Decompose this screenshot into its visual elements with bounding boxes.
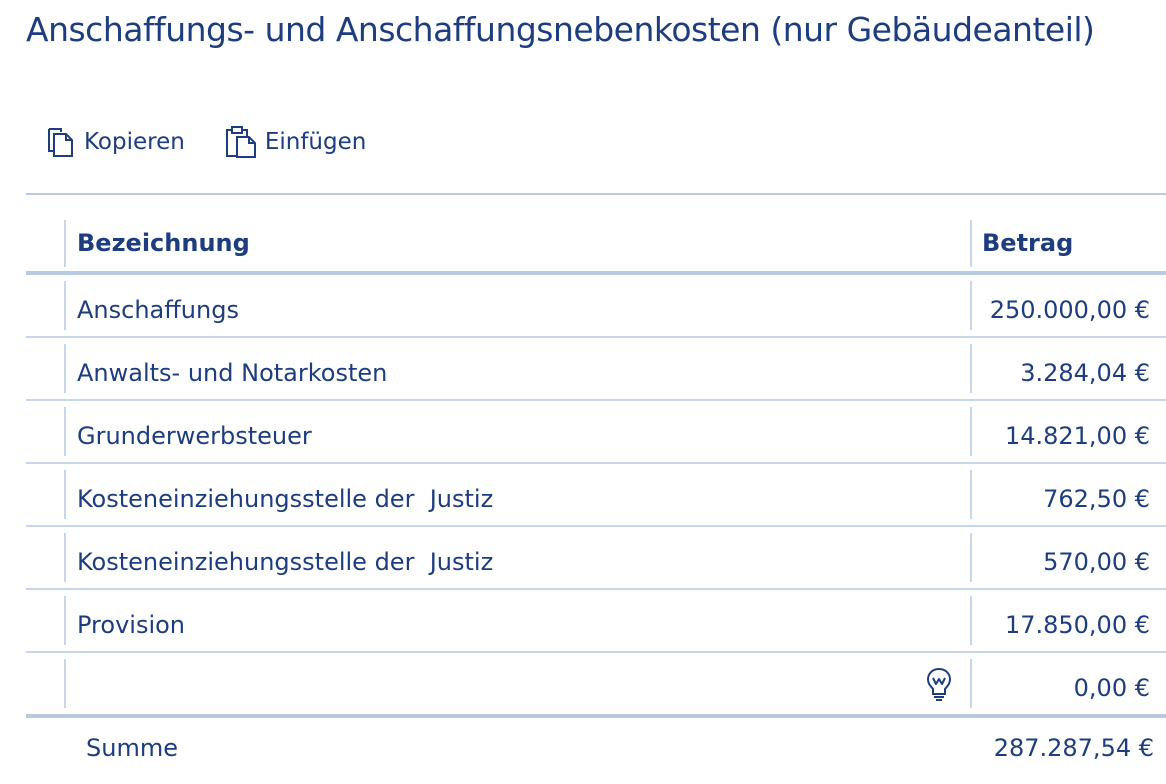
row-gutter: [26, 401, 64, 462]
row-amount-cell[interactable]: 762,50 €: [970, 464, 1166, 525]
row-gutter: [26, 195, 64, 271]
row-gutter: [26, 527, 64, 588]
lightbulb-icon[interactable]: [926, 667, 952, 707]
paste-button[interactable]: Einfügen: [225, 126, 367, 158]
row-gutter: [26, 590, 64, 651]
table-row[interactable]: Grunderwerbsteuer 14.821,00 €: [26, 401, 1166, 464]
row-gutter: [26, 275, 64, 336]
sum-value: 287.287,54 €: [993, 734, 1154, 762]
sum-row: Summe 287.287,54 €: [26, 718, 1166, 778]
row-amount-cell[interactable]: 17.850,00 €: [970, 590, 1166, 651]
copy-icon: [46, 126, 76, 158]
row-amount-cell[interactable]: 14.821,00 €: [970, 401, 1166, 462]
row-name-cell[interactable]: Grunderwerbsteuer: [64, 401, 970, 462]
row-name-cell[interactable]: Provision: [64, 590, 970, 651]
table-row-new[interactable]: 0,00 €: [26, 653, 1166, 718]
row-amount-cell[interactable]: 0,00 €: [970, 653, 1166, 714]
copy-button-label: Kopieren: [84, 129, 185, 155]
row-gutter: [26, 338, 64, 399]
row-name-cell[interactable]: Kosteneinziehungsstelle der Justiz: [64, 527, 970, 588]
copy-button[interactable]: Kopieren: [46, 126, 185, 158]
table-row[interactable]: Provision 17.850,00 €: [26, 590, 1166, 653]
paste-button-label: Einfügen: [264, 129, 367, 155]
toolbar: Kopieren Einfügen: [46, 126, 366, 158]
row-name-cell-empty[interactable]: [64, 653, 970, 714]
row-name-cell[interactable]: Anschaffungs: [64, 275, 970, 336]
table-row[interactable]: Anwalts- und Notarkosten 3.284,04 €: [26, 338, 1166, 401]
row-amount-cell[interactable]: 250.000,00 €: [970, 275, 1166, 336]
row-amount-cell[interactable]: 570,00 €: [970, 527, 1166, 588]
sum-label: Summe: [86, 734, 178, 762]
row-name-cell[interactable]: Kosteneinziehungsstelle der Justiz: [64, 464, 970, 525]
table-row[interactable]: Kosteneinziehungsstelle der Justiz 762,5…: [26, 464, 1166, 527]
table-row[interactable]: Kosteneinziehungsstelle der Justiz 570,0…: [26, 527, 1166, 590]
table-header-row: Bezeichnung Betrag: [26, 195, 1166, 275]
paste-icon: [225, 126, 257, 158]
page-title: Anschaffungs- und Anschaffungsnebenkoste…: [26, 10, 1095, 49]
row-gutter: [26, 653, 64, 714]
row-amount-cell[interactable]: 3.284,04 €: [970, 338, 1166, 399]
column-header-name[interactable]: Bezeichnung: [64, 195, 970, 271]
column-header-amount[interactable]: Betrag: [970, 195, 1166, 271]
row-name-cell[interactable]: Anwalts- und Notarkosten: [64, 338, 970, 399]
costs-table: Bezeichnung Betrag Anschaffungs 250.000,…: [26, 193, 1166, 778]
table-row[interactable]: Anschaffungs 250.000,00 €: [26, 275, 1166, 338]
row-gutter: [26, 464, 64, 525]
